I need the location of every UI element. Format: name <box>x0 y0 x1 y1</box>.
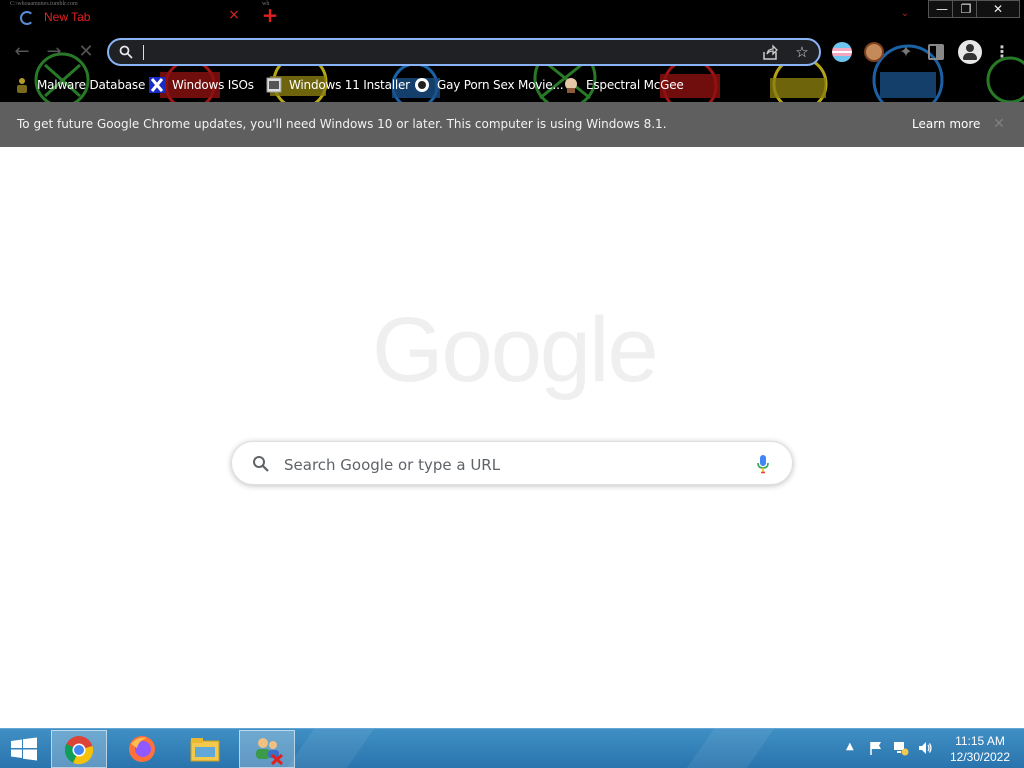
show-hidden-icons-button[interactable]: ▲ <box>846 741 854 752</box>
chrome-icon <box>64 736 94 765</box>
ntp-search-box[interactable]: Search Google or type a URL <box>231 441 793 485</box>
window-icon <box>266 77 282 93</box>
bookmark-label: Windows 11 Installer <box>289 78 410 92</box>
firefox-icon <box>129 736 155 762</box>
tab-title: New Tab <box>44 10 91 24</box>
taskbar-chrome[interactable] <box>51 730 107 768</box>
extensions-puzzle-icon[interactable]: ✦ <box>896 42 916 62</box>
character-icon <box>565 78 577 93</box>
clock-time: 11:15 AM <box>955 734 1005 748</box>
flag-extension-icon[interactable] <box>832 42 852 62</box>
tab-new-tab[interactable]: New Tab × <box>10 4 250 30</box>
site-icon <box>415 78 429 92</box>
microphone-icon[interactable] <box>756 454 770 474</box>
bookmark-label: Espectral McGee <box>586 78 684 92</box>
update-infobar: To get future Google Chrome updates, you… <box>0 102 1024 147</box>
bookmark-malware-database[interactable]: Malware Database <box>14 75 145 95</box>
profile-avatar-icon[interactable] <box>958 40 982 64</box>
network-icon[interactable] <box>893 740 909 756</box>
infobar-message: To get future Google Chrome updates, you… <box>17 117 667 131</box>
bookmark-label: Windows ISOs <box>172 78 254 92</box>
stop-button[interactable]: ✕ <box>74 40 98 64</box>
address-bar[interactable]: ☆ <box>107 38 821 66</box>
text-cursor <box>143 45 144 60</box>
screen: C:\whoaamunes.tumblr.com New Tab × wh + … <box>0 0 1024 768</box>
x-logo-icon <box>149 77 165 93</box>
taskbar-decoration <box>285 729 375 768</box>
menu-icon[interactable]: ⋮ <box>992 42 1012 62</box>
windows-start-icon[interactable] <box>10 737 38 761</box>
profile-body <box>963 53 977 60</box>
tab-strip: C:\whoaamunes.tumblr.com New Tab × wh + … <box>0 0 1024 34</box>
search-icon <box>253 456 269 472</box>
infobar-close-icon[interactable]: ✕ <box>990 115 1008 133</box>
side-panel-icon[interactable] <box>928 44 944 60</box>
search-placeholder: Search Google or type a URL <box>284 456 501 474</box>
taskbar-user-accounts[interactable] <box>239 730 295 768</box>
browser-frame: C:\whoaamunes.tumblr.com New Tab × wh + … <box>0 0 1024 102</box>
bookmark-label: Malware Database <box>37 78 146 92</box>
search-icon <box>119 45 133 59</box>
share-icon[interactable] <box>761 44 779 62</box>
google-logo: Google <box>372 299 659 401</box>
loading-spinner-icon <box>20 11 34 25</box>
clock-date: 12/30/2022 <box>949 750 1011 764</box>
bookmarks-bar: Malware Database Windows ISOs Windows 11… <box>0 72 1024 98</box>
learn-more-link[interactable]: Learn more <box>912 117 980 131</box>
new-tab-page: Google Search Google or type a URL <box>0 147 1024 728</box>
bookmark-gay-porn-sex-movie[interactable]: Gay Porn Sex Movie... <box>414 75 564 95</box>
bookmark-windows-11-installer[interactable]: Windows 11 Installer <box>266 75 410 95</box>
new-tab-button[interactable]: + <box>260 5 280 26</box>
bookmark-windows-isos[interactable]: Windows ISOs <box>149 75 254 95</box>
volume-icon[interactable] <box>917 740 933 756</box>
taskbar: ▲ 11:15 AM 12/30/2022 <box>0 728 1024 768</box>
back-button[interactable]: ← <box>10 40 34 64</box>
tab-search-icon[interactable]: ⌄ <box>896 8 914 22</box>
bookmark-label: Gay Porn Sex Movie... <box>437 78 564 92</box>
system-clock[interactable]: 11:15 AM 12/30/2022 <box>940 733 1020 765</box>
close-window-button[interactable]: ✕ <box>976 0 1020 18</box>
taskbar-firefox[interactable] <box>114 730 170 768</box>
avatar-extension-icon[interactable] <box>864 42 884 62</box>
action-center-flag-icon[interactable] <box>868 740 884 756</box>
profile-head <box>966 44 974 52</box>
bookmark-espectral-mcgee[interactable]: Espectral McGee <box>563 75 684 95</box>
folder-icon <box>190 738 220 762</box>
toolbar: ← → ✕ ☆ ✦ ⋮ <box>0 36 1024 68</box>
taskbar-file-explorer[interactable] <box>177 730 233 768</box>
users-error-icon <box>256 738 284 765</box>
person-icon <box>17 78 27 93</box>
forward-button[interactable]: → <box>42 40 66 64</box>
taskbar-decoration <box>685 729 775 768</box>
tab-close-icon[interactable]: × <box>226 7 242 23</box>
bookmark-star-icon[interactable]: ☆ <box>793 42 811 61</box>
